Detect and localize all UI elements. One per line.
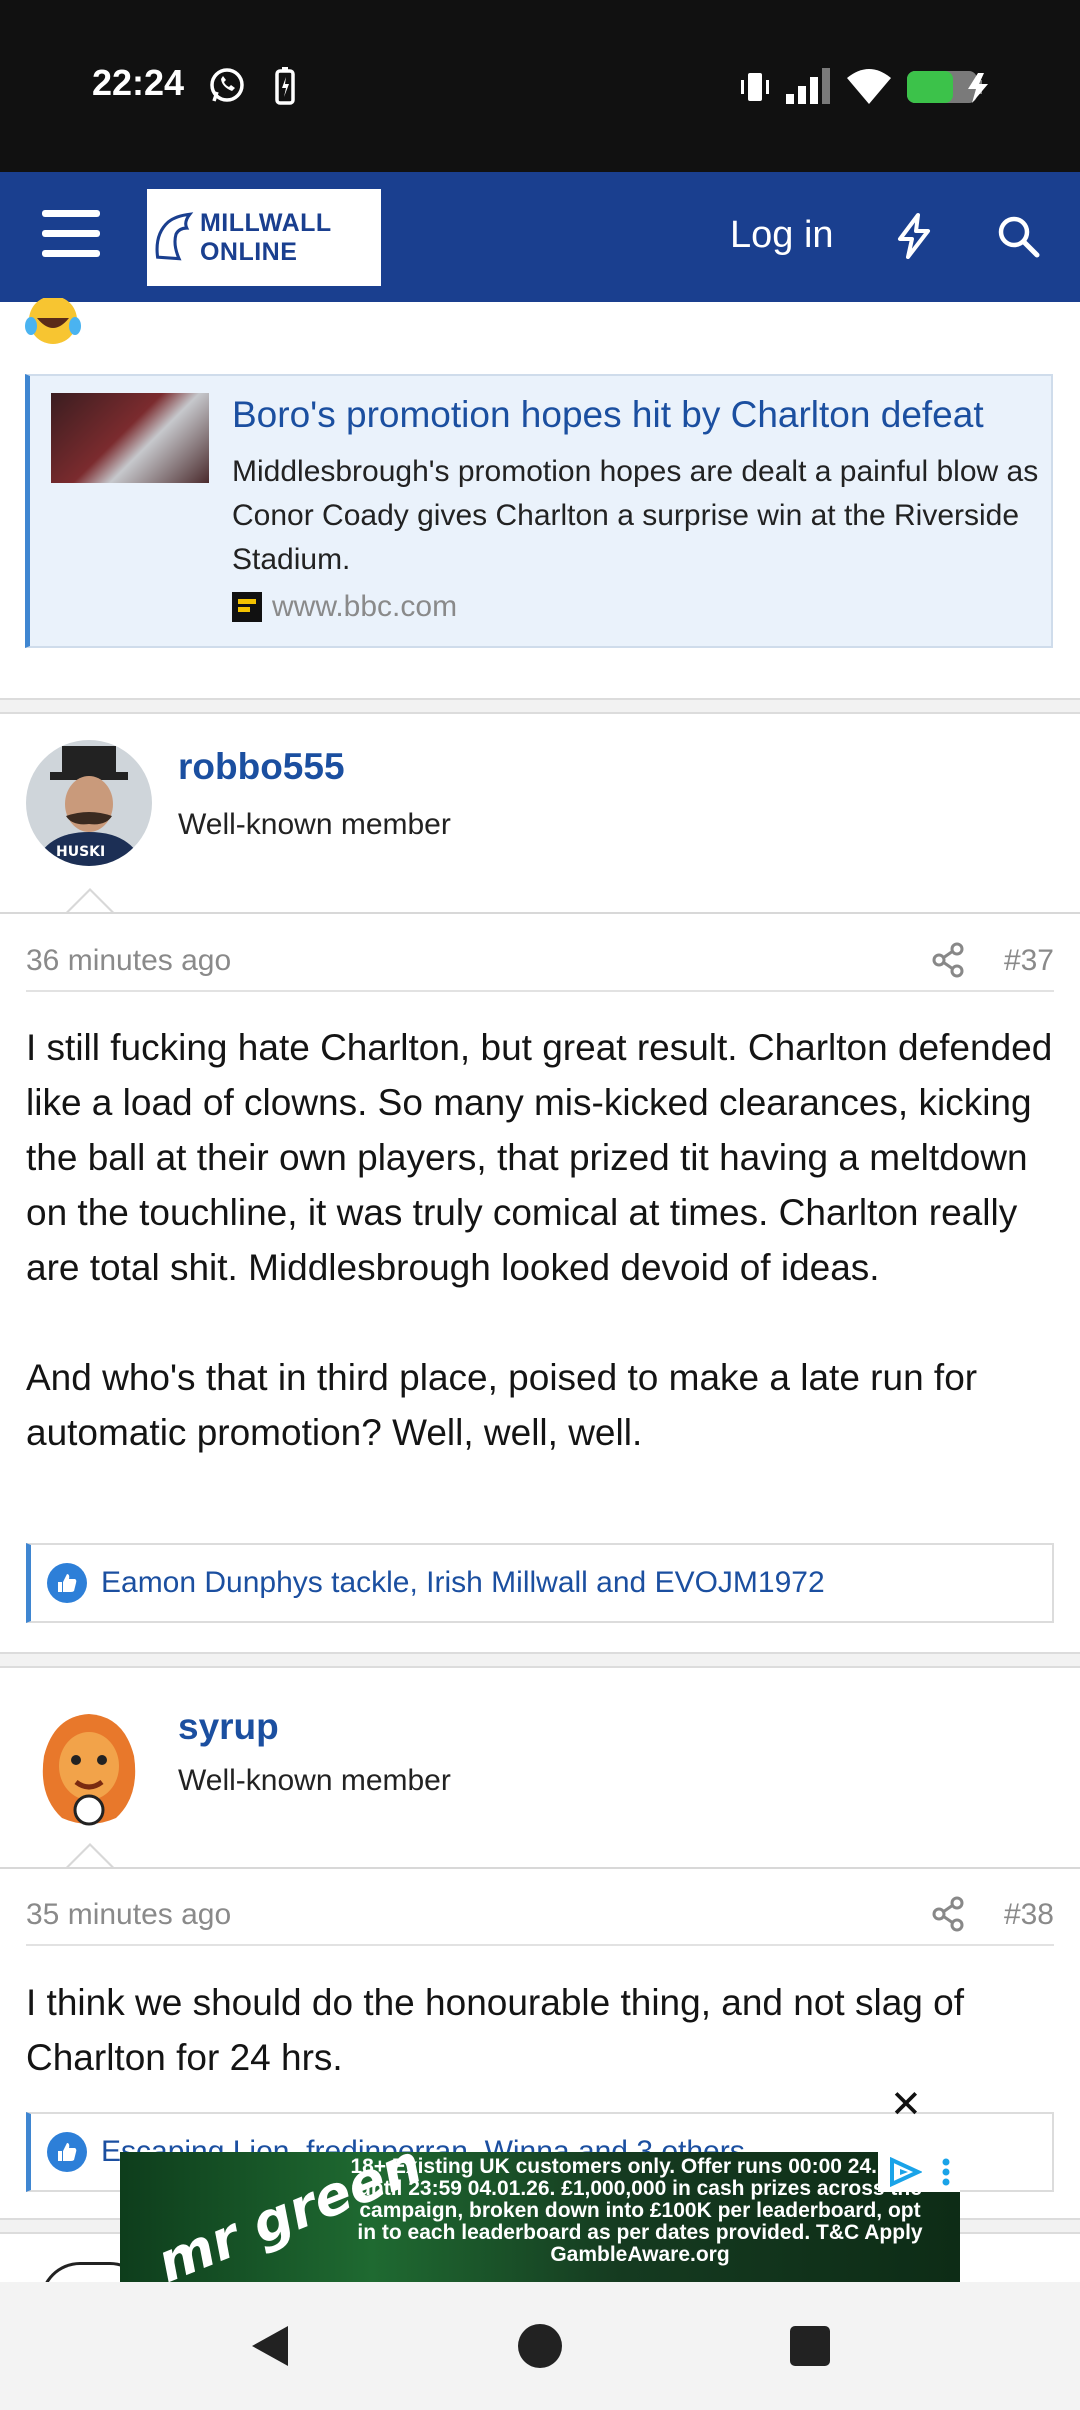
recents-icon[interactable] — [786, 2322, 834, 2370]
like-icon — [47, 1563, 87, 1603]
status-bar: 22:24 — [0, 0, 1080, 172]
signal-icon — [784, 66, 834, 106]
post-separator — [0, 698, 1080, 714]
link-preview-card[interactable]: Boro's promotion hopes hit by Charlton d… — [25, 374, 1053, 648]
link-source-text: www.bbc.com — [272, 590, 458, 623]
whats-new-lightning-icon[interactable] — [886, 208, 942, 264]
battery-saver-icon — [274, 66, 296, 106]
post-number[interactable]: #38 — [1004, 1898, 1054, 1932]
post-paragraph: And who's that in third place, poised to… — [26, 1357, 978, 1453]
post-time[interactable]: 35 minutes ago — [26, 1898, 231, 1932]
user-title: Well-known member — [178, 1764, 451, 1797]
back-icon[interactable] — [246, 2322, 294, 2370]
lion-logo-icon — [155, 211, 194, 260]
reactions-text[interactable]: Eamon Dunphys tackle, Irish Millwall and… — [101, 1566, 825, 1600]
laughing-emoji-icon — [25, 296, 81, 348]
username[interactable]: syrup — [178, 1706, 279, 1748]
link-thumbnail — [51, 393, 209, 483]
ad-close-button[interactable]: ✕ — [890, 2082, 922, 2127]
wifi-icon — [846, 66, 892, 106]
battery-charging-icon — [906, 70, 992, 104]
post-separator — [0, 1652, 1080, 1668]
post-meta: 35 minutes ago #38 — [26, 1886, 1054, 1946]
share-icon[interactable] — [930, 1896, 966, 1932]
site-header: MILLWALL ONLINE Log in — [0, 172, 1080, 302]
link-description: Middlesbrough's promotion hopes are deal… — [232, 455, 1039, 576]
post-user-header: HUSKI robbo555 Well-known member — [0, 714, 1080, 914]
login-link[interactable]: Log in — [730, 214, 834, 257]
system-nav-bar — [0, 2282, 1080, 2410]
search-icon[interactable] — [990, 208, 1046, 264]
post-number[interactable]: #37 — [1004, 944, 1054, 978]
post-body: I still fucking hate Charlton, but great… — [26, 1020, 1054, 1515]
avatar[interactable]: HUSKI — [26, 740, 152, 866]
whatsapp-icon — [208, 66, 246, 104]
ad-choices-icon[interactable] — [878, 2152, 960, 2192]
link-title[interactable]: Boro's promotion hopes hit by Charlton d… — [232, 394, 984, 436]
reactions-bar[interactable]: Eamon Dunphys tackle, Irish Millwall and… — [26, 1543, 1054, 1623]
share-icon[interactable] — [930, 942, 966, 978]
post-rule — [0, 1867, 1080, 1869]
post-time[interactable]: 36 minutes ago — [26, 944, 231, 978]
post-paragraph: I still fucking hate Charlton, but great… — [26, 1027, 1053, 1288]
user-title: Well-known member — [178, 808, 451, 841]
logo-text: MILLWALL ONLINE — [199, 208, 332, 266]
ad-banner[interactable]: mr green 18+ Existing UK customers only.… — [120, 2152, 960, 2282]
post-paragraph: I think we should do the honourable thin… — [26, 1982, 965, 2078]
home-icon[interactable] — [516, 2322, 564, 2370]
menu-icon[interactable] — [42, 210, 100, 262]
bbc-favicon-icon — [232, 592, 262, 622]
post-notch — [66, 888, 114, 913]
svg-text:HUSKI: HUSKI — [56, 844, 105, 860]
avatar[interactable] — [26, 1706, 152, 1832]
post-rule — [0, 912, 1080, 914]
vibrate-icon — [738, 70, 772, 104]
like-icon — [47, 2132, 87, 2172]
username[interactable]: robbo555 — [178, 746, 345, 788]
site-logo[interactable]: MILLWALL ONLINE — [147, 189, 381, 286]
link-source: www.bbc.com — [232, 590, 457, 624]
ad-text: 18+ Existing UK customers only. Offer ru… — [350, 2155, 930, 2266]
post-notch — [66, 1843, 114, 1868]
post-user-header: syrup Well-known member — [0, 1668, 1080, 1868]
post-meta: 36 minutes ago #37 — [26, 932, 1054, 992]
status-time: 22:24 — [92, 62, 185, 103]
